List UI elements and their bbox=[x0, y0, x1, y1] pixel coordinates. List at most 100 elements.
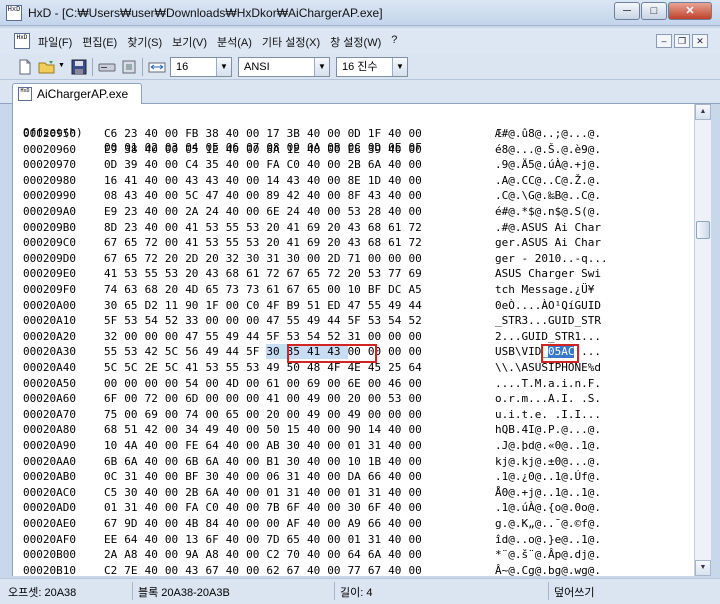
hex-byte[interactable]: 55 bbox=[368, 298, 388, 313]
ascii-text[interactable]: ASUS Charger Swi bbox=[495, 266, 601, 281]
hex-byte[interactable]: 9A bbox=[185, 547, 205, 562]
hex-byte[interactable]: 30 bbox=[205, 469, 225, 484]
hex-byte[interactable]: 00 bbox=[408, 142, 428, 157]
hex-byte[interactable]: B1 bbox=[266, 454, 286, 469]
hex-byte[interactable]: 40 bbox=[145, 142, 165, 157]
dropdown-arrow-icon[interactable]: ▼ bbox=[314, 58, 329, 76]
hex-byte[interactable]: 1B bbox=[368, 454, 388, 469]
hex-byte[interactable]: 52 bbox=[165, 313, 185, 328]
hex-byte[interactable]: 41 bbox=[185, 220, 205, 235]
hex-byte[interactable]: 40 bbox=[145, 516, 165, 531]
hex-byte[interactable]: 65 bbox=[124, 251, 144, 266]
hex-byte[interactable]: 2A bbox=[104, 547, 124, 562]
hex-byte[interactable]: 00 bbox=[246, 391, 266, 406]
hex-byte[interactable]: 40 bbox=[145, 204, 165, 219]
hex-byte[interactable]: 40 bbox=[307, 204, 327, 219]
hex-byte[interactable]: 00 bbox=[246, 313, 266, 328]
hex-byte[interactable]: 40 bbox=[388, 563, 408, 576]
hex-byte[interactable]: 00 bbox=[246, 157, 266, 172]
hex-row[interactable]: 000209F0 74 63 68 20 4D 65 73 73 61 67 65 00 10 BF DC A5… bbox=[13, 282, 694, 297]
hex-byte[interactable]: 00 bbox=[165, 329, 185, 344]
hex-byte[interactable]: 55 bbox=[287, 313, 307, 328]
hex-byte[interactable]: 6B bbox=[185, 454, 205, 469]
hex-byte[interactable]: 10 bbox=[348, 454, 368, 469]
hex-byte[interactable]: 84 bbox=[205, 516, 225, 531]
hex-byte[interactable]: 6F bbox=[205, 532, 225, 547]
hex-byte[interactable]: 46 bbox=[388, 376, 408, 391]
hex-byte[interactable]: 8A bbox=[266, 142, 286, 157]
hex-byte[interactable]: 4B bbox=[185, 516, 205, 531]
hex-byte[interactable]: 7D bbox=[266, 532, 286, 547]
hex-byte[interactable]: 44 bbox=[246, 329, 266, 344]
hex-byte[interactable]: 00 bbox=[327, 142, 347, 157]
hex-byte[interactable]: 00 bbox=[226, 313, 246, 328]
hex-byte[interactable]: 54 bbox=[388, 313, 408, 328]
hex-byte[interactable]: 00 bbox=[165, 407, 185, 422]
hex-byte[interactable]: 30 bbox=[287, 438, 307, 453]
hex-byte[interactable]: 44 bbox=[226, 344, 246, 359]
hex-byte[interactable]: 66 bbox=[368, 469, 388, 484]
hex-byte[interactable]: 40 bbox=[307, 438, 327, 453]
hex-byte[interactable]: 40 bbox=[388, 173, 408, 188]
hex-byte[interactable]: 42 bbox=[287, 188, 307, 203]
hex-byte[interactable]: 42 bbox=[145, 422, 165, 437]
hex-byte[interactable]: 74 bbox=[104, 282, 124, 297]
hex-byte[interactable]: 00 bbox=[408, 391, 428, 406]
hex-byte[interactable]: 32 bbox=[104, 329, 124, 344]
hex-row[interactable]: 00020AC0 C5 30 40 00 2B 6A 40 00 01 31 40 00 01 31 40 00… bbox=[13, 485, 694, 500]
hex-byte[interactable]: 00 bbox=[246, 454, 266, 469]
hex-byte[interactable]: 00 bbox=[165, 422, 185, 437]
menu-extras[interactable]: 기타 설정(X) bbox=[262, 34, 320, 50]
hex-byte[interactable]: 72 bbox=[408, 220, 428, 235]
hex-byte[interactable]: 00 bbox=[408, 344, 428, 359]
hex-byte[interactable]: 40 bbox=[226, 454, 246, 469]
hex-byte[interactable]: 90 bbox=[348, 422, 368, 437]
hex-byte[interactable]: 13 bbox=[185, 532, 205, 547]
hex-byte[interactable]: 70 bbox=[287, 547, 307, 562]
hex-byte[interactable]: 41 bbox=[124, 173, 144, 188]
hex-byte[interactable]: AF bbox=[287, 516, 307, 531]
hex-byte[interactable]: 43 bbox=[368, 188, 388, 203]
hex-byte[interactable]: 00 bbox=[408, 126, 428, 141]
hex-byte[interactable]: 64 bbox=[205, 438, 225, 453]
hex-byte[interactable]: 40 bbox=[226, 422, 246, 437]
vertical-scrollbar[interactable]: ▲ ▼ bbox=[694, 104, 711, 576]
hex-byte[interactable]: 40 bbox=[226, 516, 246, 531]
hex-byte[interactable]: 40 bbox=[388, 438, 408, 453]
hex-byte[interactable]: 40 bbox=[145, 563, 165, 576]
hex-byte[interactable]: 6A bbox=[205, 454, 225, 469]
hex-byte[interactable]: 40 bbox=[388, 454, 408, 469]
hex-byte[interactable]: 00 bbox=[124, 391, 144, 406]
hex-byte[interactable]: 41 bbox=[185, 360, 205, 375]
hex-byte[interactable]: 00 bbox=[368, 407, 388, 422]
hex-byte[interactable]: 41 bbox=[104, 266, 124, 281]
hex-byte[interactable]: 00 bbox=[408, 188, 428, 203]
ascii-text[interactable]: u.i.t.e. .I.I... bbox=[495, 407, 601, 422]
ascii-text[interactable]: _STR3...GUID_STR bbox=[495, 313, 601, 328]
hex-byte[interactable]: 40 bbox=[307, 422, 327, 437]
hex-byte[interactable]: 31 bbox=[287, 469, 307, 484]
hex-byte[interactable]: 67 bbox=[104, 251, 124, 266]
new-file-icon[interactable] bbox=[16, 58, 34, 76]
hex-byte[interactable]: 67 bbox=[287, 282, 307, 297]
hex-byte[interactable]: 1E bbox=[205, 142, 225, 157]
hex-byte[interactable]: 6E bbox=[348, 376, 368, 391]
memory-icon[interactable] bbox=[120, 58, 138, 76]
hex-byte[interactable]: 00 bbox=[388, 344, 408, 359]
hex-byte[interactable]: 40 bbox=[226, 142, 246, 157]
ascii-text[interactable]: ger - 2010..-q... bbox=[495, 251, 608, 266]
hex-byte[interactable]: 01 bbox=[104, 500, 124, 515]
hex-byte[interactable]: 40 bbox=[226, 563, 246, 576]
ascii-text[interactable]: tch Message.¿Ü¥ bbox=[495, 282, 594, 297]
hex-byte[interactable]: 2D bbox=[327, 251, 347, 266]
hex-byte[interactable]: 25 bbox=[388, 360, 408, 375]
hex-byte[interactable]: 40 bbox=[307, 516, 327, 531]
hex-row[interactable]: 00020A10 5F 53 54 52 33 00 00 00 47 55 49 44 5F 53 54 52… bbox=[13, 313, 694, 328]
hex-byte[interactable]: C0 bbox=[246, 298, 266, 313]
hex-byte[interactable]: 00 bbox=[246, 563, 266, 576]
hex-byte[interactable]: 2B bbox=[348, 157, 368, 172]
hex-byte[interactable]: 00 bbox=[408, 376, 428, 391]
hex-byte[interactable]: 01 bbox=[348, 438, 368, 453]
hex-byte[interactable]: 23 bbox=[124, 204, 144, 219]
ascii-text[interactable]: Æ#@.û8@..;@...@. bbox=[495, 126, 601, 141]
